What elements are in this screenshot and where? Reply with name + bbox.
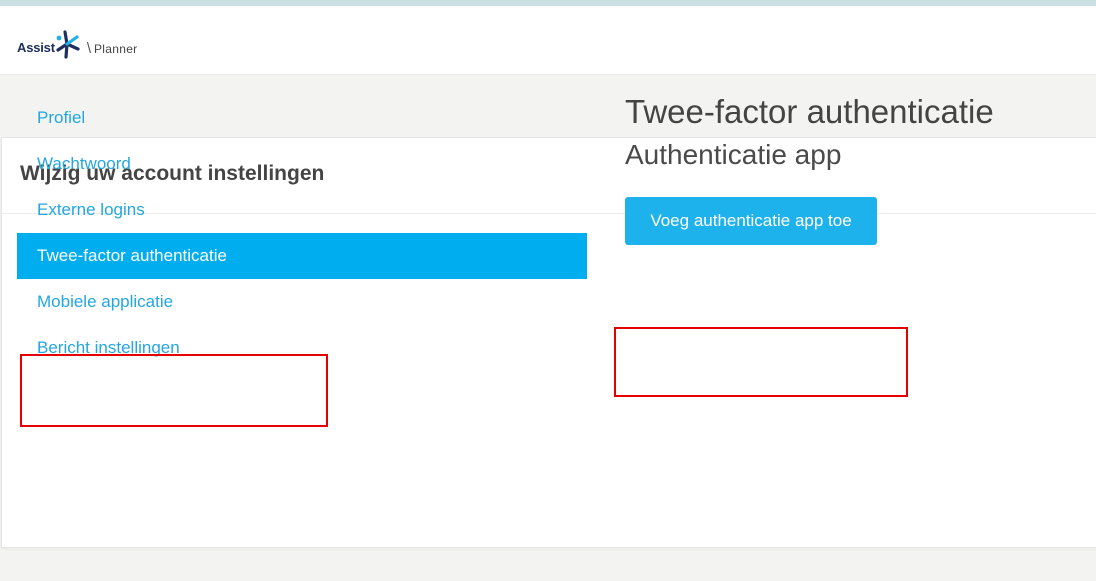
section-heading: Twee-factor authenticatie	[625, 93, 994, 130]
add-authenticator-app-button[interactable]: Voeg authenticatie app toe	[625, 197, 877, 245]
nav-item-twee-factor-authenticatie[interactable]: Twee-factor authenticatie	[17, 233, 587, 279]
logo-brand-text: Assist	[17, 40, 55, 55]
nav-item-wachtwoord[interactable]: Wachtwoord	[17, 141, 587, 187]
nav-item-externe-logins[interactable]: Externe logins	[17, 187, 587, 233]
nav-item-profiel[interactable]: Profiel	[17, 95, 587, 141]
logo-product-name: Planner	[94, 42, 138, 56]
app-logo[interactable]: Assist \ Planner	[17, 26, 137, 60]
settings-nav: Profiel Wachtwoord Externe logins Twee-f…	[17, 95, 587, 371]
app-header: Assist \ Planner	[0, 6, 1096, 75]
nav-item-mobiele-applicatie[interactable]: Mobiele applicatie	[17, 279, 587, 325]
two-factor-content: Twee-factor authenticatie Authenticatie …	[625, 93, 994, 245]
asterisk-star-icon	[56, 30, 80, 59]
section-subheading: Authenticatie app	[625, 139, 842, 170]
nav-item-bericht-instellingen[interactable]: Bericht instellingen	[17, 325, 587, 371]
logo-separator: \	[86, 40, 91, 57]
